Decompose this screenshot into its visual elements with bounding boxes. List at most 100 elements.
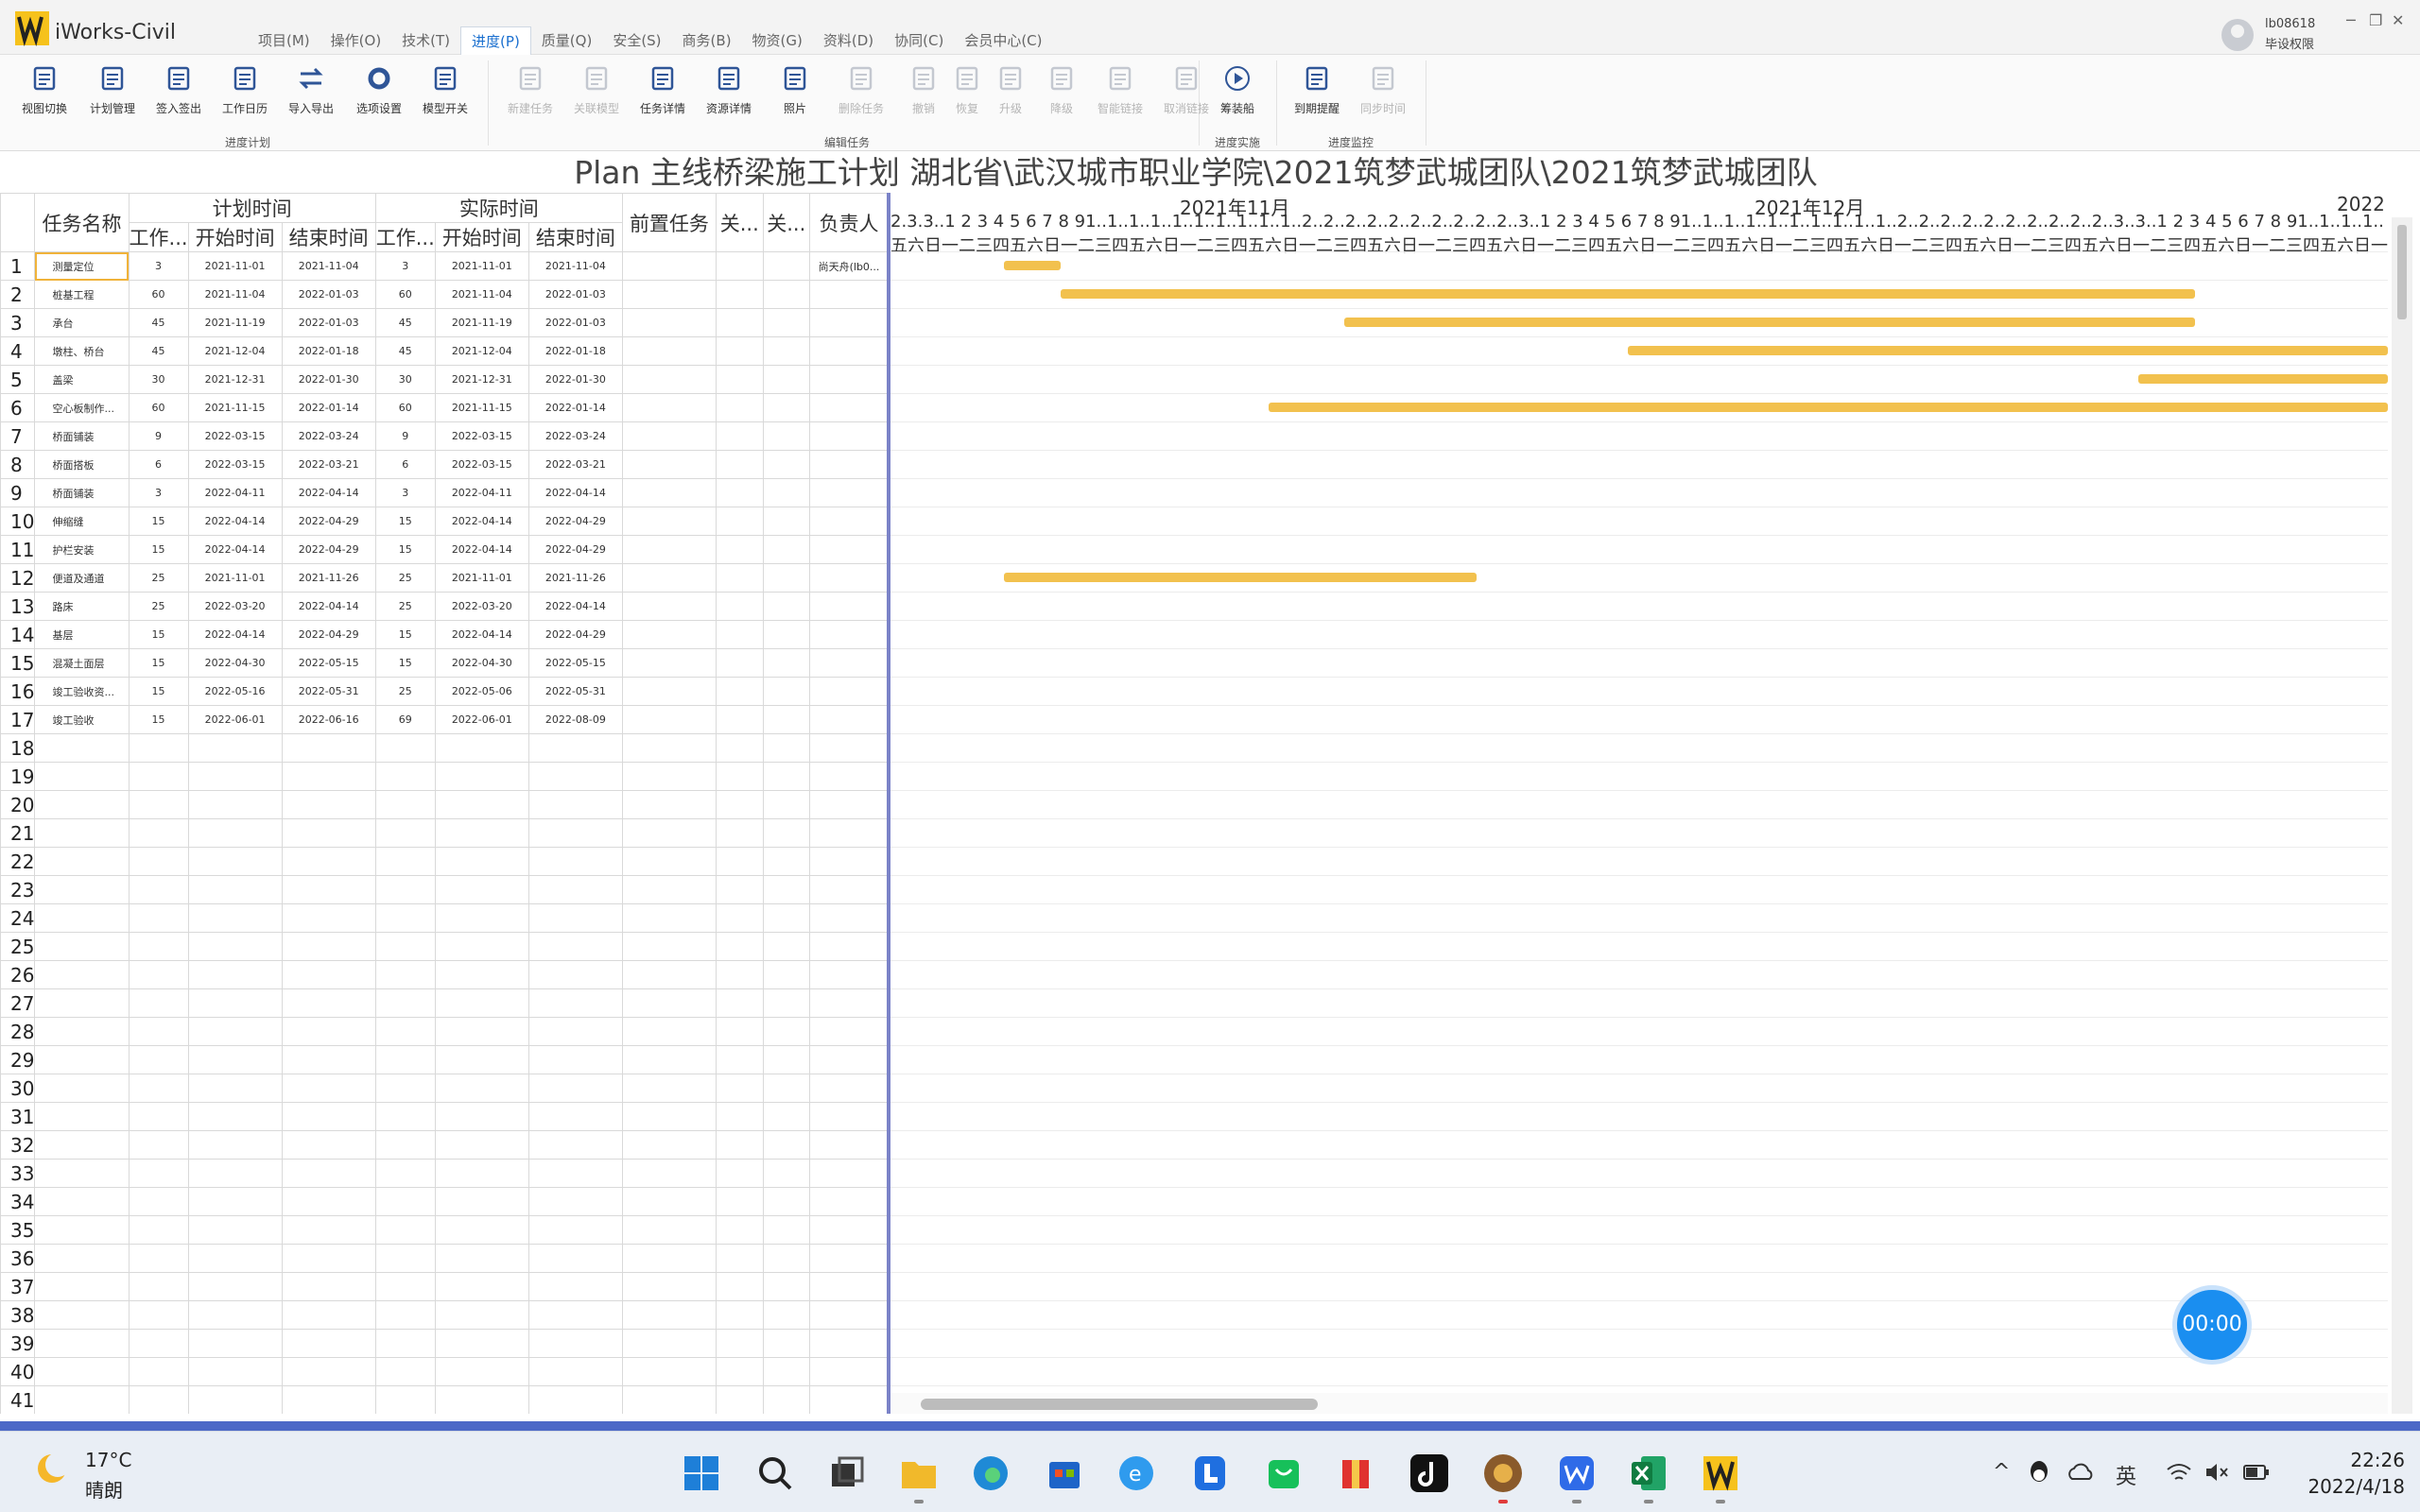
lark-icon[interactable] — [1189, 1452, 1231, 1494]
cell-empty[interactable] — [715, 1357, 764, 1386]
cell-empty[interactable] — [434, 818, 529, 848]
cell-name[interactable]: 测量定位 — [34, 251, 130, 281]
cell-empty[interactable] — [762, 1300, 811, 1330]
cell-empty[interactable] — [762, 1130, 811, 1160]
table-row[interactable]: 4 墩柱、桥台 45 2021-12-04 2022-01-18 45 2021-12-04… — [0, 336, 889, 366]
cell-empty[interactable] — [434, 932, 529, 961]
cell-owner[interactable] — [809, 421, 889, 451]
cell-empty[interactable] — [34, 1074, 130, 1103]
cell-pred[interactable] — [621, 620, 717, 649]
menu-item[interactable]: 协同(C) — [884, 26, 954, 55]
cell-empty[interactable] — [621, 818, 717, 848]
cell-empty[interactable] — [374, 1272, 436, 1301]
cell-empty[interactable] — [621, 1385, 717, 1414]
cell-empty[interactable] — [128, 1187, 189, 1216]
cell-pw[interactable]: 30 — [128, 365, 189, 394]
cell-pe[interactable]: 2022-04-29 — [281, 535, 376, 564]
cell-empty[interactable] — [621, 932, 717, 961]
cell-empty[interactable] — [281, 1357, 376, 1386]
cell-ps[interactable]: 2022-04-14 — [187, 507, 283, 536]
iworks-civil-icon[interactable] — [1700, 1452, 1741, 1494]
gantt-bar[interactable] — [2138, 374, 2388, 384]
cell-empty[interactable] — [715, 733, 764, 763]
cell-empty[interactable] — [809, 1045, 889, 1074]
cell-rel1[interactable] — [715, 507, 764, 536]
cell-ae[interactable]: 2022-03-21 — [527, 450, 623, 479]
cell-rel2[interactable] — [762, 677, 811, 706]
cell-empty[interactable] — [34, 1159, 130, 1188]
cell-empty[interactable] — [374, 988, 436, 1018]
cell-empty[interactable] — [434, 762, 529, 791]
cell-pred[interactable] — [621, 308, 717, 337]
cell-ae[interactable]: 2022-05-31 — [527, 677, 623, 706]
cell-empty[interactable] — [187, 988, 283, 1018]
cell-n[interactable]: 20 — [0, 790, 36, 819]
shopping-app-icon[interactable] — [1263, 1452, 1305, 1494]
cell-empty[interactable] — [621, 1244, 717, 1273]
cell-ps[interactable]: 2021-11-04 — [187, 280, 283, 309]
cell-empty[interactable] — [621, 1215, 717, 1245]
cell-rel1[interactable] — [715, 620, 764, 649]
table-row[interactable]: 14 基层 15 2022-04-14 2022-04-29 15 2022-04-14 20… — [0, 620, 889, 649]
cell-empty[interactable] — [187, 1300, 283, 1330]
table-row[interactable]: 27 — [0, 988, 889, 1018]
cell-empty[interactable] — [128, 1300, 189, 1330]
cell-empty[interactable] — [187, 903, 283, 933]
table-row[interactable]: 26 — [0, 960, 889, 989]
header-relation-2[interactable]: 关... — [762, 193, 811, 252]
cell-ae[interactable]: 2022-01-18 — [527, 336, 623, 366]
table-row[interactable]: 10 伸缩缝 15 2022-04-14 2022-04-29 15 2022-04-14 2… — [0, 507, 889, 536]
start-icon[interactable] — [681, 1452, 722, 1494]
table-row[interactable]: 9 桥面铺装 3 2022-04-11 2022-04-14 3 2022-04-11 202… — [0, 478, 889, 507]
cell-n[interactable]: 23 — [0, 875, 36, 904]
cell-empty[interactable] — [434, 847, 529, 876]
cell-empty[interactable] — [715, 988, 764, 1018]
cell-pred[interactable] — [621, 280, 717, 309]
cell-empty[interactable] — [34, 875, 130, 904]
cell-owner[interactable] — [809, 507, 889, 536]
cell-pw[interactable]: 15 — [128, 620, 189, 649]
cell-empty[interactable] — [621, 847, 717, 876]
cell-as[interactable]: 2022-06-01 — [434, 705, 529, 734]
cell-pred[interactable] — [621, 563, 717, 593]
cell-empty[interactable] — [809, 1130, 889, 1160]
cell-pred[interactable] — [621, 677, 717, 706]
cell-owner[interactable] — [809, 677, 889, 706]
cell-n[interactable]: 13 — [0, 592, 36, 621]
cell-empty[interactable] — [715, 1300, 764, 1330]
cell-rel2[interactable] — [762, 336, 811, 366]
cell-empty[interactable] — [187, 1357, 283, 1386]
menu-item[interactable]: 物资(G) — [742, 26, 813, 55]
cell-empty[interactable] — [187, 875, 283, 904]
cell-name[interactable]: 伸缩缝 — [34, 507, 130, 536]
cell-as[interactable]: 2022-04-14 — [434, 535, 529, 564]
cell-pw[interactable]: 3 — [128, 478, 189, 507]
cell-aw[interactable]: 6 — [374, 450, 436, 479]
cell-rel2[interactable] — [762, 620, 811, 649]
cell-empty[interactable] — [621, 1017, 717, 1046]
speaker-muted-icon[interactable] — [2203, 1460, 2231, 1485]
cell-empty[interactable] — [374, 762, 436, 791]
cell-rel2[interactable] — [762, 308, 811, 337]
cell-n[interactable]: 25 — [0, 932, 36, 961]
table-row[interactable]: 19 — [0, 762, 889, 791]
cell-empty[interactable] — [187, 1244, 283, 1273]
cell-pw[interactable]: 15 — [128, 535, 189, 564]
cell-empty[interactable] — [374, 1130, 436, 1160]
cell-empty[interactable] — [374, 1357, 436, 1386]
cell-ae[interactable]: 2022-08-09 — [527, 705, 623, 734]
header-relation-1[interactable]: 关... — [715, 193, 764, 252]
cell-empty[interactable] — [715, 1045, 764, 1074]
cell-empty[interactable] — [715, 932, 764, 961]
cell-empty[interactable] — [621, 1357, 717, 1386]
cell-n[interactable]: 18 — [0, 733, 36, 763]
weather-condition[interactable]: 晴朗 — [85, 1475, 123, 1503]
cell-empty[interactable] — [434, 1017, 529, 1046]
cell-empty[interactable] — [762, 733, 811, 763]
cell-empty[interactable] — [809, 960, 889, 989]
cell-empty[interactable] — [715, 762, 764, 791]
cell-n[interactable]: 1 — [0, 251, 36, 281]
cell-empty[interactable] — [621, 1159, 717, 1188]
table-row[interactable]: 20 — [0, 790, 889, 819]
cell-n[interactable]: 35 — [0, 1215, 36, 1245]
